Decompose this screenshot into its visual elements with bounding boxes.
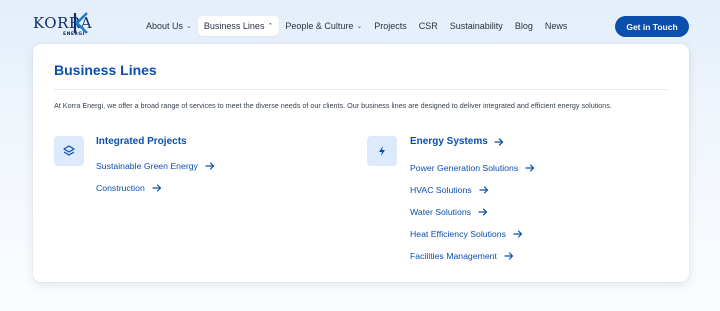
nav-item-label: Blog: [514, 21, 533, 31]
site-header: KORRA ENERGI About Us ⌄ Business Lines ⌃…: [0, 0, 720, 50]
lightning-icon: [367, 136, 397, 166]
link-hvac-solutions[interactable]: HVAC Solutions: [410, 185, 489, 195]
nav-item-label: News: [544, 21, 568, 31]
group-title-label: Integrated Projects: [96, 136, 187, 147]
link-power-generation-solutions[interactable]: Power Generation Solutions: [410, 163, 535, 173]
arrow-right-icon: [494, 137, 503, 146]
group-energy-systems: Energy Systems Power Generation Solution…: [367, 136, 667, 266]
link-label: Heat Efficiency Solutions: [410, 229, 506, 239]
nav-item-label: Business Lines: [203, 21, 265, 31]
chevron-down-icon: ⌄: [356, 23, 363, 30]
group-integrated-projects: Integrated Projects Sustainable Green En…: [54, 136, 354, 206]
main-nav: About Us ⌄ Business Lines ⌃ People & Cul…: [140, 16, 573, 36]
panel-title: Business Lines: [54, 62, 157, 78]
link-facilities-management[interactable]: Facilities Management: [410, 251, 514, 261]
link-label: Water Solutions: [410, 207, 471, 217]
arrow-right-icon: [205, 162, 215, 170]
group-title-label: Energy Systems: [410, 136, 488, 147]
chevron-up-icon: ⌃: [267, 23, 274, 30]
nav-item-csr[interactable]: CSR: [413, 16, 444, 36]
nav-item-sustainability[interactable]: Sustainability: [444, 16, 509, 36]
nav-item-label: Sustainability: [449, 21, 503, 31]
nav-item-blog[interactable]: Blog: [509, 16, 539, 36]
panel-description: At Korra Energi, we offer a broad range …: [54, 101, 612, 110]
business-lines-dropdown: Business Lines At Korra Energi, we offer…: [33, 44, 689, 282]
nav-item-label: About Us: [146, 21, 184, 31]
group-title-energy-systems[interactable]: Energy Systems: [410, 136, 504, 147]
arrow-right-icon: [479, 186, 488, 194]
nav-item-about-us[interactable]: About Us ⌄: [140, 16, 198, 36]
nav-item-people-culture[interactable]: People & Culture ⌄: [279, 16, 368, 36]
nav-item-news[interactable]: News: [539, 16, 574, 36]
arrow-right-icon: [478, 208, 488, 216]
arrow-right-icon: [504, 252, 514, 260]
link-label: HVAC Solutions: [410, 185, 472, 195]
divider: [54, 89, 668, 90]
link-label: Sustainable Green Energy: [96, 161, 198, 171]
group-title-integrated-projects[interactable]: Integrated Projects: [96, 136, 187, 147]
link-heat-efficiency-solutions[interactable]: Heat Efficiency Solutions: [410, 229, 523, 239]
nav-item-label: CSR: [418, 21, 438, 31]
nav-item-business-lines[interactable]: Business Lines ⌃: [197, 16, 280, 36]
chevron-down-icon: ⌄: [186, 23, 192, 30]
link-label: Construction: [96, 183, 145, 193]
link-label: Facilities Management: [410, 251, 497, 261]
link-water-solutions[interactable]: Water Solutions: [410, 207, 488, 217]
link-construction[interactable]: Construction: [96, 183, 162, 193]
nav-item-label: People & Culture: [285, 21, 354, 31]
logo-k-mark-icon: [73, 12, 88, 34]
get-in-touch-button[interactable]: Get in Touch: [615, 16, 689, 37]
logo-subtitle: ENERGI: [63, 32, 85, 37]
arrow-right-icon: [525, 164, 535, 172]
layers-icon: [54, 136, 84, 166]
link-label: Power Generation Solutions: [410, 163, 519, 173]
arrow-right-icon: [513, 230, 523, 238]
link-sustainable-green-energy[interactable]: Sustainable Green Energy: [96, 161, 215, 171]
nav-item-label: Projects: [374, 21, 407, 31]
arrow-right-icon: [152, 184, 161, 192]
nav-item-projects[interactable]: Projects: [368, 16, 413, 36]
korra-energi-logo[interactable]: KORRA ENERGI: [33, 12, 92, 38]
